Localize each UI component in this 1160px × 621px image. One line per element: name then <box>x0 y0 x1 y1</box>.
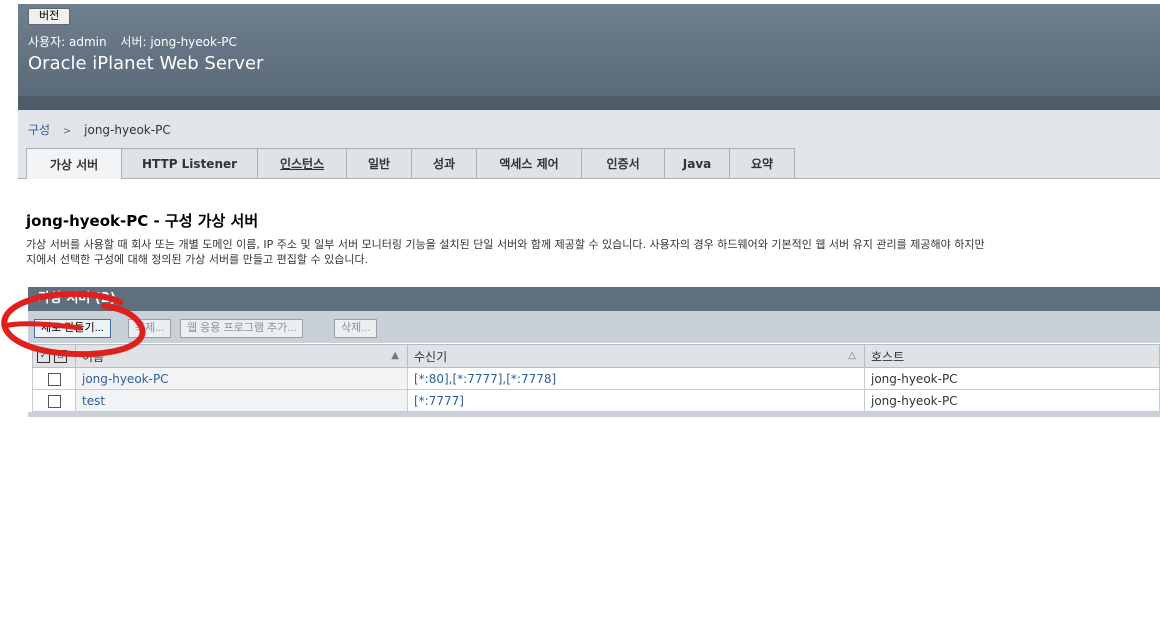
sort-icon[interactable]: △ <box>848 350 856 361</box>
host-cell: jong-hyeok-PC <box>864 367 1160 390</box>
navigation-area: 구성 > jong-hyeok-PC 가상 서버 HTTP Listener 인… <box>18 110 1160 179</box>
help-line: 지에서 선택한 구성에 대해 정의된 가상 서버를 만들고 편집할 수 있습니다… <box>26 253 369 266</box>
deselect-all-icon[interactable]: ▫ <box>54 350 67 363</box>
row-select-cell <box>32 367 76 390</box>
select-all-icon[interactable]: ✓ <box>37 350 50 363</box>
server-name-link[interactable]: test <box>82 394 105 408</box>
name-cell: jong-hyeok-PC <box>75 367 408 390</box>
table-row: test [*:7777] jong-hyeok-PC <box>32 389 1160 412</box>
tab-label: Java <box>682 156 712 171</box>
name-cell: test <box>75 389 408 412</box>
select-column-header: ✓ ▫ <box>32 344 76 368</box>
breadcrumb-root-link[interactable]: 구성 <box>28 123 50 137</box>
listener-cell: [*:7777] <box>407 389 865 412</box>
content-header: jong-hyeok-PC - 구성 가상 서버 가상 서버를 사용할 때 회사… <box>26 210 1160 267</box>
version-button[interactable]: 버전 <box>28 8 71 25</box>
row-checkbox[interactable] <box>47 394 61 408</box>
tab-http-listener[interactable]: HTTP Listener <box>121 148 259 178</box>
tab-java[interactable]: Java <box>664 148 731 178</box>
delete-button[interactable]: 삭제... <box>334 319 378 338</box>
breadcrumb-current: jong-hyeok-PC <box>84 123 171 137</box>
column-label: 호스트 <box>871 349 905 364</box>
tab-instance[interactable]: 인스턴스 <box>257 148 348 178</box>
table-row: jong-hyeok-PC [*:80],[*:7777],[*:7778] j… <box>32 367 1160 390</box>
listener-link[interactable]: [*:7777] <box>414 394 464 408</box>
virtual-server-table: ✓ ▫ 이름 ▲ 수신기 △ 호스트 jong-hyeok-PC [*:80],[… <box>32 344 1160 412</box>
tab-label: 인스턴스 <box>279 157 325 171</box>
name-column-header[interactable]: 이름 ▲ <box>75 344 408 368</box>
listener-cell: [*:80],[*:7777],[*:7778] <box>407 367 865 390</box>
row-checkbox[interactable] <box>47 372 61 386</box>
table-footer-strip <box>28 412 1160 417</box>
listener-column-header[interactable]: 수신기 △ <box>407 344 865 368</box>
tab-label: 요약 <box>751 157 774 171</box>
tab-performance[interactable]: 성과 <box>411 148 478 178</box>
tab-virtual-server[interactable]: 가상 서버 <box>26 148 122 179</box>
host-cell: jong-hyeok-PC <box>864 389 1160 412</box>
host-column-header[interactable]: 호스트 <box>864 344 1160 368</box>
listener-link[interactable]: [*:80],[*:7777],[*:7778] <box>414 372 556 386</box>
sort-ascending-icon[interactable]: ▲ <box>391 350 399 361</box>
user-label: 사용자: admin <box>28 35 107 49</box>
add-webapp-button[interactable]: 웹 응용 프로그램 추가... <box>180 319 304 338</box>
page-help-text: 가상 서버를 사용할 때 회사 또는 개별 도메인 이름, IP 주소 및 일부… <box>26 237 1160 267</box>
column-label: 이름 <box>82 349 105 364</box>
tab-label: 가상 서버 <box>49 157 99 172</box>
tab-bar: 가상 서버 HTTP Listener 인스턴스 일반 성과 액세스 제어 인증… <box>26 148 796 179</box>
masthead: 버전 사용자: admin 서버: jong-hyeok-PC Oracle i… <box>18 4 1160 96</box>
table-title: 가상 서버 (2) <box>28 287 1160 311</box>
tab-label: 액세스 제어 <box>499 157 559 171</box>
tab-access-control[interactable]: 액세스 제어 <box>476 148 583 178</box>
tab-general[interactable]: 일반 <box>346 148 413 178</box>
new-button[interactable]: 새로 만들기... <box>34 319 111 338</box>
server-label: 서버: jong-hyeok-PC <box>120 35 237 49</box>
tab-label: 성과 <box>433 157 456 171</box>
page-title: jong-hyeok-PC - 구성 가상 서버 <box>26 212 259 230</box>
user-info: 사용자: admin 서버: jong-hyeok-PC <box>28 33 247 50</box>
virtual-server-table-block: 가상 서버 (2) 새로 만들기... 복제... 웹 응용 프로그램 추가..… <box>28 287 1160 343</box>
table-toolbar: 새로 만들기... 복제... 웹 응용 프로그램 추가... 삭제... <box>28 311 1160 343</box>
product-name: Oracle iPlanet Web Server <box>28 53 264 74</box>
tab-label: HTTP Listener <box>142 156 238 171</box>
row-select-cell <box>32 389 76 412</box>
tab-summary[interactable]: 요약 <box>729 148 796 178</box>
table-header-row: ✓ ▫ 이름 ▲ 수신기 △ 호스트 <box>32 344 1160 368</box>
tab-label: 일반 <box>368 157 391 171</box>
server-name-link[interactable]: jong-hyeok-PC <box>82 372 169 386</box>
copy-button[interactable]: 복제... <box>128 319 172 338</box>
breadcrumb-separator: > <box>62 126 72 137</box>
tab-certificates[interactable]: 인증서 <box>581 148 666 178</box>
help-line: 가상 서버를 사용할 때 회사 또는 개별 도메인 이름, IP 주소 및 일부… <box>26 238 985 251</box>
breadcrumb: 구성 > jong-hyeok-PC <box>28 121 171 138</box>
column-label: 수신기 <box>414 349 448 364</box>
masthead-divider <box>18 96 1160 110</box>
tab-label: 인증서 <box>606 157 640 171</box>
